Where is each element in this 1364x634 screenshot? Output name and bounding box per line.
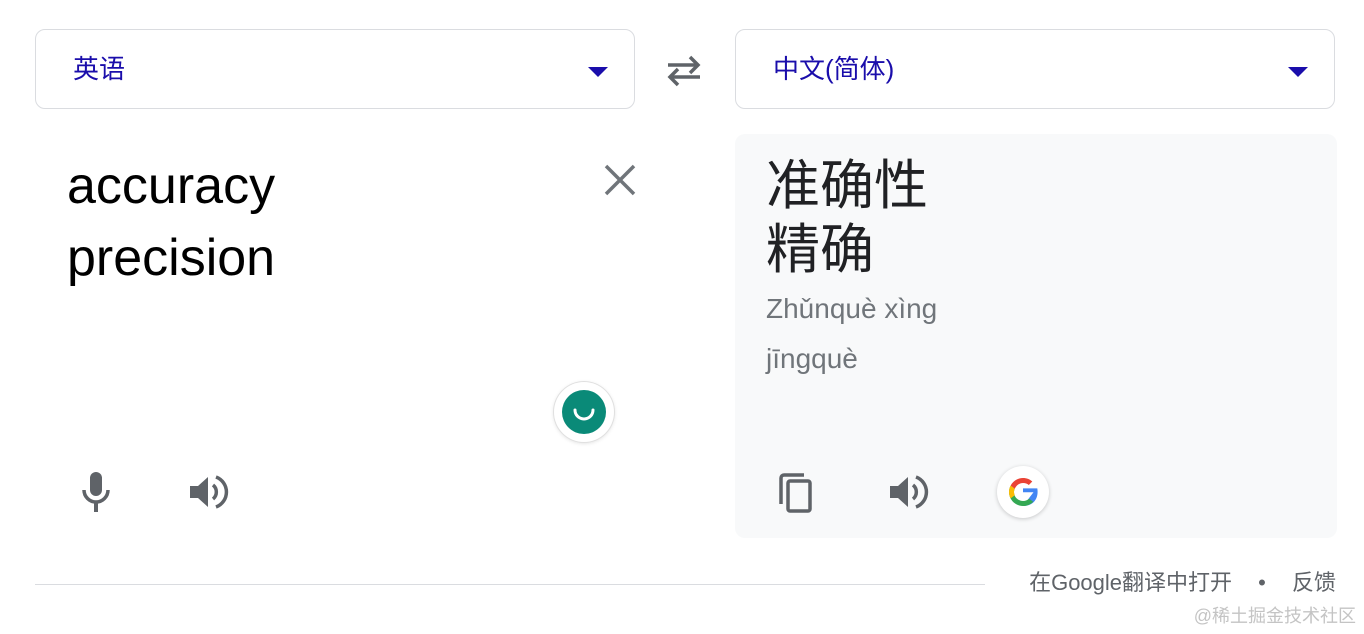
google-logo-icon <box>1009 478 1038 506</box>
source-text-input[interactable]: accuracy precision <box>67 150 275 294</box>
copy-icon <box>779 473 812 513</box>
grammarly-button[interactable] <box>554 382 614 442</box>
chevron-down-icon <box>588 67 608 77</box>
target-language-label: 中文(简体) <box>773 54 895 84</box>
source-line: precision <box>67 229 276 287</box>
grammarly-icon <box>562 390 606 434</box>
footer-divider <box>35 584 985 585</box>
swap-icon <box>667 55 701 87</box>
mic-icon <box>82 472 110 512</box>
listen-translation-button[interactable] <box>882 466 934 518</box>
google-search-button[interactable] <box>997 466 1049 518</box>
pinyin-line: jīngquè <box>766 343 858 374</box>
copy-translation-button[interactable] <box>770 466 822 518</box>
chevron-down-icon <box>1288 67 1308 77</box>
translate-widget: 英语 中文(简体) accuracy precision 准确性 精确 Zhǔn… <box>0 0 1364 634</box>
target-language-select[interactable]: 中文(简体) <box>735 29 1335 109</box>
speaker-icon <box>890 475 929 509</box>
source-language-select[interactable]: 英语 <box>35 29 635 109</box>
translation-line: 精确 <box>766 218 874 281</box>
close-icon <box>604 164 636 196</box>
translation-text: 准确性 精确 <box>766 154 928 282</box>
pinyin-text: Zhǔnquè xìng jīngquè <box>766 284 937 384</box>
open-in-google-translate-link[interactable]: 在Google翻译中打开 <box>1029 568 1232 598</box>
pinyin-line: Zhǔnquè xìng <box>766 293 938 324</box>
swap-languages-button[interactable] <box>662 52 706 88</box>
listen-source-button[interactable] <box>182 466 234 518</box>
footer-separator: • <box>1258 570 1266 595</box>
translation-panel: 准确性 精确 Zhǔnquè xìng jīngquè <box>735 134 1337 538</box>
source-line: accuracy <box>67 157 276 215</box>
clear-text-button[interactable] <box>600 160 640 200</box>
watermark: @稀土掘金技术社区 <box>1193 606 1356 626</box>
feedback-link[interactable]: 反馈 <box>1292 568 1336 598</box>
translation-line: 准确性 <box>766 154 928 217</box>
footer-links: 在Google翻译中打开 • 反馈 <box>1029 568 1336 598</box>
source-language-label: 英语 <box>73 54 126 84</box>
speaker-icon <box>190 475 229 509</box>
microphone-button[interactable] <box>70 466 122 518</box>
